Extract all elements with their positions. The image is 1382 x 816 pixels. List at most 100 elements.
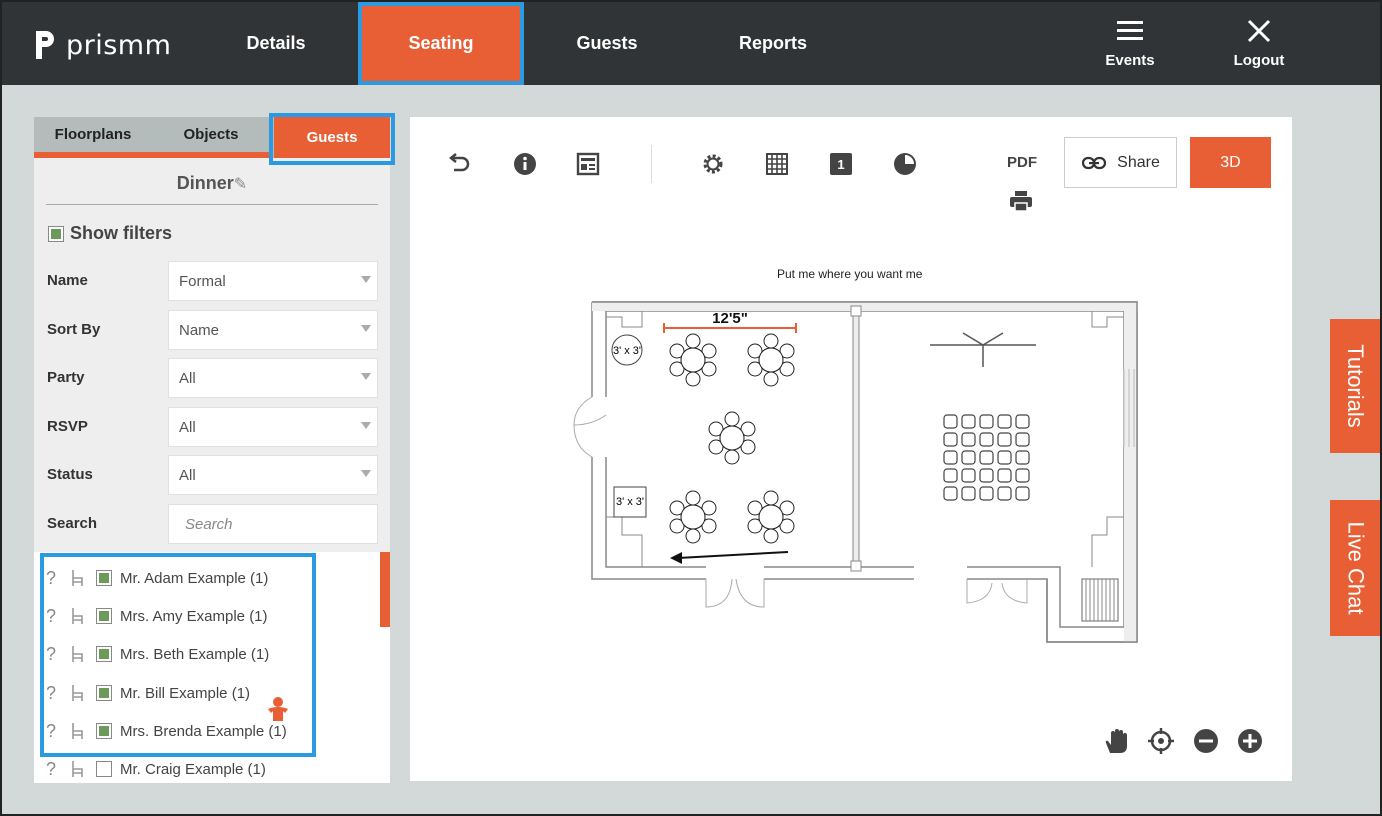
theater-seating[interactable]: [943, 414, 1030, 501]
chevron-down-icon: [361, 470, 371, 477]
guests-tab-highlight: [269, 113, 395, 165]
close-icon: [1247, 19, 1271, 43]
tutorials-label: Tutorials: [1343, 344, 1369, 428]
tab-seating[interactable]: Seating: [358, 2, 524, 85]
round-table[interactable]: [669, 490, 717, 544]
gear-icon: [703, 154, 723, 174]
layer-button[interactable]: 1: [826, 149, 856, 179]
tab-details[interactable]: Details: [194, 2, 358, 85]
filter-party-label: Party: [47, 369, 85, 386]
chevron-down-icon: [361, 276, 371, 283]
subtab-floorplans-label: Floorplans: [54, 126, 132, 143]
filter-status-label: Status: [47, 466, 93, 483]
grid-button[interactable]: [762, 149, 792, 179]
live-chat-tab[interactable]: Live Chat: [1330, 500, 1380, 636]
round-table[interactable]: [747, 490, 795, 544]
undo-icon: [448, 153, 470, 172]
logout-button[interactable]: Logout: [1228, 16, 1290, 69]
filter-sort-by: Sort By Name: [47, 310, 378, 350]
live-chat-label: Live Chat: [1343, 521, 1369, 615]
filter-rsvp-select[interactable]: All: [168, 407, 378, 447]
settings-button[interactable]: [698, 149, 728, 179]
dimension-label: 12'5": [712, 310, 748, 327]
round-table[interactable]: [708, 411, 756, 465]
hand-pan-icon[interactable]: [1102, 727, 1130, 755]
hamburger-menu-icon: [1117, 21, 1143, 40]
subtab-floorplans-underline: [34, 152, 152, 158]
tab-reports-label: Reports: [738, 33, 807, 53]
events-button[interactable]: Events: [1102, 16, 1158, 69]
guest-list-title[interactable]: Dinner✎: [34, 173, 390, 194]
filter-name: Name Formal: [47, 261, 378, 301]
layout-icon: [576, 152, 600, 176]
link-icon: [1082, 156, 1107, 169]
panel-subtabs: Floorplans Objects Guests: [34, 113, 395, 165]
view-3d-label: 3D: [1220, 153, 1241, 171]
prismm-logo-icon: [36, 31, 54, 59]
search-placeholder: Search: [185, 516, 233, 533]
zoom-out-icon[interactable]: [1192, 727, 1220, 755]
view-3d-button[interactable]: 3D: [1190, 137, 1271, 188]
table-label: 3' x 3': [613, 345, 641, 357]
zoom-in-icon[interactable]: [1236, 727, 1264, 755]
filter-name-select[interactable]: Formal: [168, 261, 378, 301]
title-divider: [46, 204, 378, 205]
pencil-icon[interactable]: ✎: [234, 176, 247, 193]
tab-seating-label: Seating: [408, 33, 474, 53]
subtab-objects-label: Objects: [183, 126, 239, 143]
show-filters-label: Show filters: [70, 223, 173, 243]
filter-rsvp: RSVP All: [47, 407, 378, 447]
filter-search: Search Search: [47, 504, 378, 544]
info-icon: [514, 153, 536, 175]
filter-sort-by-value: Name: [179, 322, 220, 339]
filter-name-label: Name: [47, 272, 88, 289]
theme-button[interactable]: [890, 149, 920, 179]
search-input[interactable]: Search: [168, 504, 378, 544]
pdf-button[interactable]: PDF: [1007, 154, 1037, 171]
events-label: Events: [1105, 52, 1155, 69]
subtab-objects[interactable]: Objects: [152, 117, 270, 152]
round-table[interactable]: [747, 333, 795, 387]
tab-reports[interactable]: Reports: [690, 2, 856, 85]
layer-number-icon: 1: [830, 153, 852, 175]
tutorials-tab[interactable]: Tutorials: [1330, 319, 1380, 453]
drag-person-icon[interactable]: [266, 696, 290, 722]
guest-checkbox[interactable]: [96, 761, 112, 777]
show-filters-toggle[interactable]: Show filters: [48, 223, 172, 244]
round-table[interactable]: [669, 333, 717, 387]
guest-row[interactable]: ? Mr. Craig Example (1): [46, 757, 266, 781]
undo-button[interactable]: [445, 149, 475, 179]
share-button[interactable]: Share: [1064, 137, 1177, 188]
layout-button[interactable]: [573, 149, 603, 179]
filter-party-select[interactable]: All: [168, 358, 378, 398]
chevron-down-icon: [361, 325, 371, 332]
floorplan[interactable]: 12'5" 3' x 3' 3' x 3': [572, 297, 1138, 643]
seating-canvas[interactable]: 1 PDF Share 3D Put me where you want me: [410, 117, 1292, 781]
prismm-logo[interactable]: prismm: [34, 29, 171, 61]
print-icon[interactable]: [1008, 188, 1034, 214]
show-filters-checkbox[interactable]: [48, 225, 64, 242]
filter-name-value: Formal: [179, 273, 226, 290]
guest-list-title-text: Dinner: [176, 173, 234, 193]
logout-label: Logout: [1233, 52, 1285, 69]
info-button[interactable]: [510, 149, 540, 179]
crosshair-icon[interactable]: [1147, 727, 1175, 755]
tab-guests-label: Guests: [576, 33, 638, 53]
chevron-down-icon: [361, 422, 371, 429]
filter-status-select[interactable]: All: [168, 455, 378, 495]
subtab-floorplans[interactable]: Floorplans: [34, 117, 152, 152]
guest-list-scrollbar[interactable]: [380, 552, 390, 627]
table-label: 3' x 3': [616, 496, 644, 508]
filter-sort-by-select[interactable]: Name: [168, 310, 378, 350]
tab-details-label: Details: [246, 33, 306, 53]
top-navigation-bar: prismm Details Seating Guests Reports Ev…: [2, 2, 1380, 85]
filter-rsvp-label: RSVP: [47, 418, 88, 435]
filter-status-value: All: [179, 467, 196, 484]
pie-icon: [894, 153, 916, 175]
filter-status: Status All: [47, 455, 378, 495]
filter-search-label: Search: [47, 515, 98, 532]
tab-guests[interactable]: Guests: [524, 2, 690, 85]
filter-party-value: All: [179, 370, 196, 387]
chair-icon[interactable]: [68, 759, 86, 779]
share-label: Share: [1117, 153, 1160, 171]
